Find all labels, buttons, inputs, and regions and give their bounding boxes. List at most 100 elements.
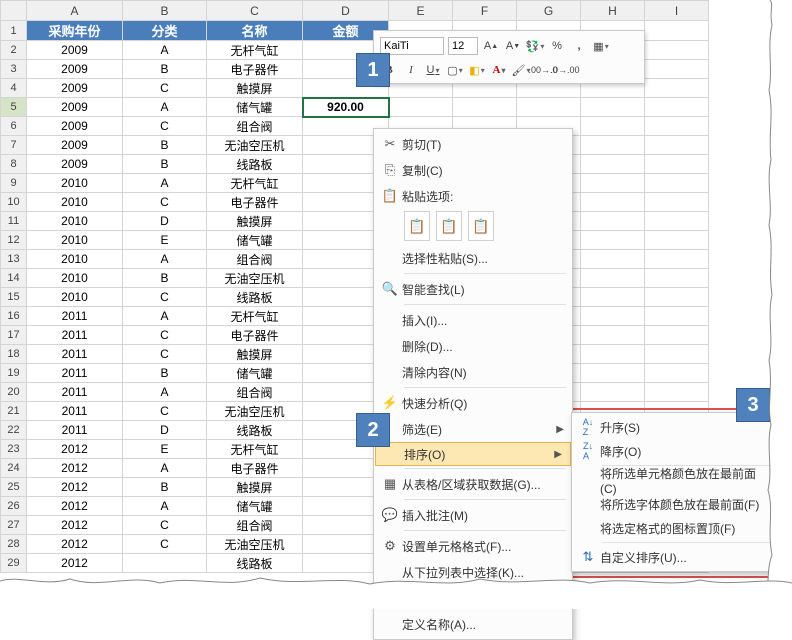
cell[interactable]: B xyxy=(123,60,207,79)
cell[interactable]: 2010 xyxy=(27,193,123,212)
comma-icon[interactable]: , xyxy=(570,37,588,55)
paste-option-1-icon[interactable]: 📋 xyxy=(404,211,430,241)
cell[interactable]: C xyxy=(123,193,207,212)
cell[interactable]: B xyxy=(123,136,207,155)
cell[interactable]: 触摸屏 xyxy=(207,212,303,231)
cell[interactable]: 无杆气缸 xyxy=(207,440,303,459)
cell[interactable]: 电子器件 xyxy=(207,193,303,212)
col-header-F[interactable]: F xyxy=(453,1,517,21)
cell[interactable] xyxy=(581,155,645,174)
table-header-year[interactable]: 采购年份 xyxy=(27,21,123,41)
cell[interactable]: 2011 xyxy=(27,421,123,440)
increase-decimal-icon[interactable]: .0→.00 xyxy=(556,61,574,79)
cell[interactable]: 2010 xyxy=(27,174,123,193)
selected-cell[interactable]: 920.00 xyxy=(303,98,389,117)
cell[interactable]: 2012 xyxy=(27,535,123,554)
menu-sort[interactable]: 排序(O)▶ xyxy=(375,442,571,466)
accounting-format-icon[interactable]: 💱 xyxy=(526,37,544,55)
cell[interactable]: 2010 xyxy=(27,250,123,269)
row-header-11[interactable]: 11 xyxy=(1,212,27,231)
row-header-1[interactable]: 1 xyxy=(1,21,27,41)
menu-smart-lookup[interactable]: 🔍智能查找(L) xyxy=(374,276,572,302)
cell[interactable]: 无油空压机 xyxy=(207,402,303,421)
font-color-icon[interactable]: A xyxy=(490,61,508,79)
format-painter-icon[interactable]: 🖌 xyxy=(512,61,530,79)
col-header-B[interactable]: B xyxy=(123,1,207,21)
cell[interactable]: B xyxy=(123,364,207,383)
cell[interactable]: 线路板 xyxy=(207,421,303,440)
cell[interactable] xyxy=(581,174,645,193)
row-header-6[interactable]: 6 xyxy=(1,117,27,136)
cell[interactable] xyxy=(645,345,709,364)
select-all-corner[interactable] xyxy=(1,1,27,21)
cell[interactable]: 2010 xyxy=(27,269,123,288)
row-header-19[interactable]: 19 xyxy=(1,364,27,383)
row-header-17[interactable]: 17 xyxy=(1,326,27,345)
cell[interactable] xyxy=(389,98,453,117)
cell[interactable]: 2012 xyxy=(27,554,123,573)
cell[interactable] xyxy=(581,250,645,269)
cell[interactable] xyxy=(581,345,645,364)
cell[interactable] xyxy=(581,231,645,250)
cell[interactable]: 2009 xyxy=(27,136,123,155)
row-header-9[interactable]: 9 xyxy=(1,174,27,193)
cell[interactable] xyxy=(581,193,645,212)
cell[interactable]: 线路板 xyxy=(207,155,303,174)
cell[interactable] xyxy=(581,117,645,136)
submenu-custom-sort[interactable]: ⇅自定义排序(U)... xyxy=(572,545,776,569)
cell[interactable]: 组合阀 xyxy=(207,516,303,535)
row-header-28[interactable]: 28 xyxy=(1,535,27,554)
menu-cut[interactable]: ✂剪切(T) xyxy=(374,131,572,157)
cell[interactable]: 2009 xyxy=(27,60,123,79)
cell[interactable]: 2009 xyxy=(27,155,123,174)
cell[interactable] xyxy=(581,326,645,345)
cell[interactable]: 触摸屏 xyxy=(207,345,303,364)
submenu-cell-color-top[interactable]: 将所选单元格颜色放在最前面(C) xyxy=(572,468,776,492)
cell[interactable]: 2011 xyxy=(27,383,123,402)
cell[interactable]: 2011 xyxy=(27,345,123,364)
cell[interactable]: A xyxy=(123,98,207,117)
menu-insert-comment[interactable]: 💬插入批注(M) xyxy=(374,502,572,528)
cell[interactable] xyxy=(581,307,645,326)
cell[interactable] xyxy=(645,193,709,212)
menu-quick-analysis[interactable]: ⚡快速分析(Q) xyxy=(374,390,572,416)
cell[interactable]: 无杆气缸 xyxy=(207,174,303,193)
cell[interactable]: 2011 xyxy=(27,326,123,345)
cell[interactable]: 2011 xyxy=(27,364,123,383)
cell[interactable] xyxy=(645,307,709,326)
row-header-3[interactable]: 3 xyxy=(1,60,27,79)
cell[interactable]: 2009 xyxy=(27,117,123,136)
cell[interactable]: 无杆气缸 xyxy=(207,41,303,60)
merge-icon[interactable]: ▦ xyxy=(592,37,610,55)
cell[interactable]: 电子器件 xyxy=(207,60,303,79)
row-header-4[interactable]: 4 xyxy=(1,79,27,98)
menu-filter[interactable]: 筛选(E)▶ xyxy=(374,416,572,442)
border-icon[interactable]: ▢ xyxy=(446,61,464,79)
cell[interactable]: 储气罐 xyxy=(207,98,303,117)
cell[interactable]: 储气罐 xyxy=(207,497,303,516)
cell[interactable]: 线路板 xyxy=(207,554,303,573)
font-size-input[interactable] xyxy=(448,37,478,55)
cell[interactable] xyxy=(645,212,709,231)
cell[interactable] xyxy=(645,60,709,79)
cell[interactable]: C xyxy=(123,516,207,535)
row-header-12[interactable]: 12 xyxy=(1,231,27,250)
col-header-H[interactable]: H xyxy=(581,1,645,21)
cell[interactable] xyxy=(645,364,709,383)
cell[interactable] xyxy=(453,98,517,117)
cell[interactable] xyxy=(645,136,709,155)
cell[interactable] xyxy=(645,326,709,345)
cell[interactable]: A xyxy=(123,383,207,402)
menu-copy[interactable]: ⎘复制(C) xyxy=(374,157,572,183)
col-header-E[interactable]: E xyxy=(389,1,453,21)
cell[interactable]: 2012 xyxy=(27,497,123,516)
cell[interactable]: 2009 xyxy=(27,98,123,117)
cell[interactable] xyxy=(645,288,709,307)
cell[interactable]: 组合阀 xyxy=(207,250,303,269)
row-header-15[interactable]: 15 xyxy=(1,288,27,307)
row-header-23[interactable]: 23 xyxy=(1,440,27,459)
cell[interactable]: 2012 xyxy=(27,459,123,478)
cell[interactable]: C xyxy=(123,288,207,307)
cell[interactable]: 2011 xyxy=(27,402,123,421)
menu-show-pinyin[interactable]: wén文显示拼音字段(S) xyxy=(374,585,572,611)
